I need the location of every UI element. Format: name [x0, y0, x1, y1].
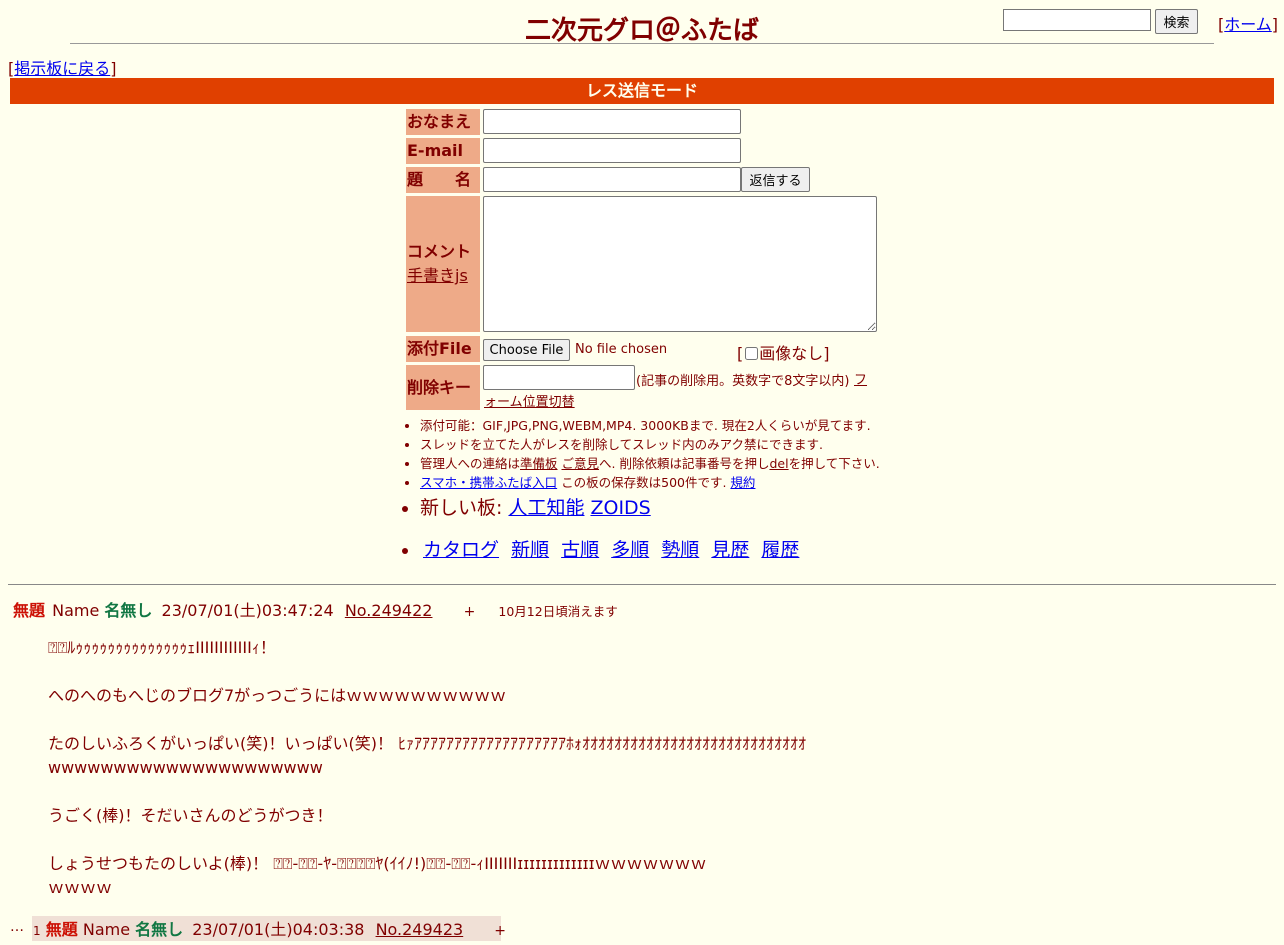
- note-text: を押して下さい.: [788, 456, 880, 471]
- sort-newest-link[interactable]: 新順: [511, 539, 549, 561]
- reply-index: 1: [33, 924, 41, 938]
- note-text: 管理人への連絡は: [420, 456, 521, 471]
- bracket-close: ]: [823, 344, 830, 363]
- post-datetime: 23/07/01(土)03:47:24: [161, 601, 334, 620]
- bracket-open: [: [737, 344, 744, 363]
- submit-reply-button[interactable]: 返信する: [741, 167, 810, 192]
- post-line: へのへのもへじのブログ7がっつごうにはｗｗｗｗｗｗｗｗｗｗ: [48, 686, 507, 705]
- no-image-label: 画像なし: [759, 344, 824, 363]
- reply-datetime: 23/07/01(土)04:03:38: [192, 920, 365, 939]
- reply-subject: 無題: [45, 920, 78, 939]
- name-label: おなまえ: [406, 109, 480, 135]
- terms-link[interactable]: 規約: [730, 475, 755, 490]
- post-line: [48, 708, 806, 732]
- email-label: E-mail: [406, 138, 480, 164]
- post-line: うごく(棒)！そだいさんのどうがつき！: [48, 806, 333, 825]
- no-image-option: [ 画像なし]: [737, 340, 830, 364]
- viewed-history-link[interactable]: 見歴: [711, 539, 749, 561]
- post-number-link[interactable]: No.249422: [345, 601, 433, 620]
- note-attachments: 添付可能：GIF,JPG,PNG,WEBM,MP4. 3000KBまで. 現在2…: [420, 416, 940, 435]
- post-subject: 無題: [13, 601, 46, 620]
- catalog-link[interactable]: カタログ: [423, 539, 499, 561]
- name-prefix: Name: [82, 920, 131, 939]
- post-line: [48, 660, 806, 684]
- mobile-entry-link[interactable]: スマホ・携帯ふたば入口: [420, 475, 557, 490]
- comment-label: コメント: [407, 242, 472, 261]
- back-link-wrapper: [掲示板に戻る]: [8, 55, 117, 79]
- no-image-checkbox[interactable]: [745, 347, 759, 360]
- sort-oldest-link[interactable]: 古順: [561, 539, 599, 561]
- post-line: wwwwwwwwwwwwwwwwwwwww: [48, 758, 323, 777]
- title-divider: [70, 43, 1214, 44]
- sort-momentum-link[interactable]: 勢順: [661, 539, 699, 561]
- post-line: たのしいふろくがいっぱい(笑)！いっぱい(笑)！ ﾋｧｱｱｱｱｱｱｱｱｱｱｱｱｱ…: [48, 734, 807, 753]
- search-input[interactable]: [1003, 9, 1151, 31]
- note-contact: 管理人への連絡は準備板 ご意見へ. 削除依頼は記事番号を押しdelを押して下さい…: [420, 454, 940, 473]
- post-history-link[interactable]: 履歴: [761, 539, 799, 561]
- bracket-close: ]: [1271, 15, 1279, 34]
- home-link[interactable]: ホーム: [1224, 15, 1272, 34]
- reply-mode-banner: レス送信モード: [10, 78, 1274, 104]
- search-button[interactable]: 検索: [1155, 9, 1198, 34]
- back-to-board-link[interactable]: 掲示板に戻る: [14, 59, 110, 78]
- post-body: ⍰⍰ﾙｩｩｩｩｩｩｩｩｩｩｩｩｩｩｪIIIIIIIIIIIIｨ！ へのへのもへじ…: [48, 636, 806, 900]
- post-line: [48, 828, 806, 852]
- note-mobile: スマホ・携帯ふたば入口 この板の保存数は500件です. 規約: [420, 473, 940, 492]
- board-link-ai[interactable]: 人工知能: [508, 497, 584, 519]
- email-field[interactable]: [483, 138, 741, 163]
- post-line: ｗｗｗｗ: [48, 878, 113, 897]
- reply-sod-button[interactable]: +: [494, 923, 506, 939]
- no-file-text: No file chosen: [575, 342, 668, 357]
- form-position-toggle-link[interactable]: フォーム位置切替: [484, 370, 874, 414]
- tegaki-link[interactable]: 手書きjs: [407, 266, 468, 285]
- new-boards: 新しい板: 人工知能 ZOIDS: [400, 493, 657, 520]
- note-text: へ. 削除依頼は記事番号を押し: [599, 456, 770, 471]
- prep-board-link[interactable]: 準備板: [520, 456, 558, 471]
- home-link-wrapper: [ホーム]: [1218, 11, 1278, 35]
- opinion-link[interactable]: ご意見: [562, 456, 600, 471]
- new-boards-label: 新しい板:: [420, 497, 509, 519]
- sort-most-link[interactable]: 多順: [611, 539, 649, 561]
- sort-nav: カタログ 新順 古順 多順 勢順 見歴 履歴: [400, 535, 805, 562]
- expire-note: 10月12日頃消えます: [498, 604, 618, 619]
- file-label: 添付File: [406, 336, 480, 362]
- board-link-zoids[interactable]: ZOIDS: [590, 497, 650, 519]
- name-prefix: Name: [52, 601, 100, 620]
- post-line: しょうせつもたのしいよ(棒)！ ⍰⍰-⍰⍰-ﾔ-⍰⍰⍰⍰ﾔ(ｲｲﾉ!)⍰⍰-⍰⍰…: [48, 854, 707, 873]
- note-text: この板の保存数は500件です.: [557, 475, 731, 490]
- reply-ellipsis: …: [10, 919, 24, 935]
- bracket-close: ]: [110, 59, 117, 78]
- poster-name: 名無し: [104, 601, 153, 620]
- subject-label: 題 名: [406, 167, 480, 193]
- comment-textarea[interactable]: [483, 196, 877, 332]
- note-thread-ban: スレッドを立てた人がレスを削除してスレッド内のみアク禁にできます.: [420, 435, 940, 454]
- subject-field[interactable]: [483, 167, 741, 192]
- divider: [8, 584, 1276, 585]
- board-notes: 添付可能：GIF,JPG,PNG,WEBM,MP4. 3000KBまで. 現在2…: [400, 416, 940, 492]
- post-header: 無題 Name 名無し 23/07/01(土)03:47:24 No.24942…: [13, 597, 618, 621]
- del-link[interactable]: del: [769, 456, 788, 471]
- post-line: [48, 780, 806, 804]
- delete-key-label: 削除キー: [406, 365, 480, 410]
- sod-button[interactable]: +: [464, 604, 476, 620]
- reply-number-link[interactable]: No.249423: [376, 920, 464, 939]
- post-line: ⍰⍰ﾙｩｩｩｩｩｩｩｩｩｩｩｩｩｩｪIIIIIIIIIIIIｨ！: [48, 638, 276, 657]
- reply-post: 1 無題 Name 名無し 23/07/01(土)04:03:38 No.249…: [32, 916, 506, 941]
- choose-file-button[interactable]: Choose File: [483, 339, 570, 361]
- reply-poster-name: 名無し: [135, 920, 184, 939]
- name-field[interactable]: [483, 109, 741, 134]
- comment-label-cell: コメント 手書きjs: [406, 196, 480, 332]
